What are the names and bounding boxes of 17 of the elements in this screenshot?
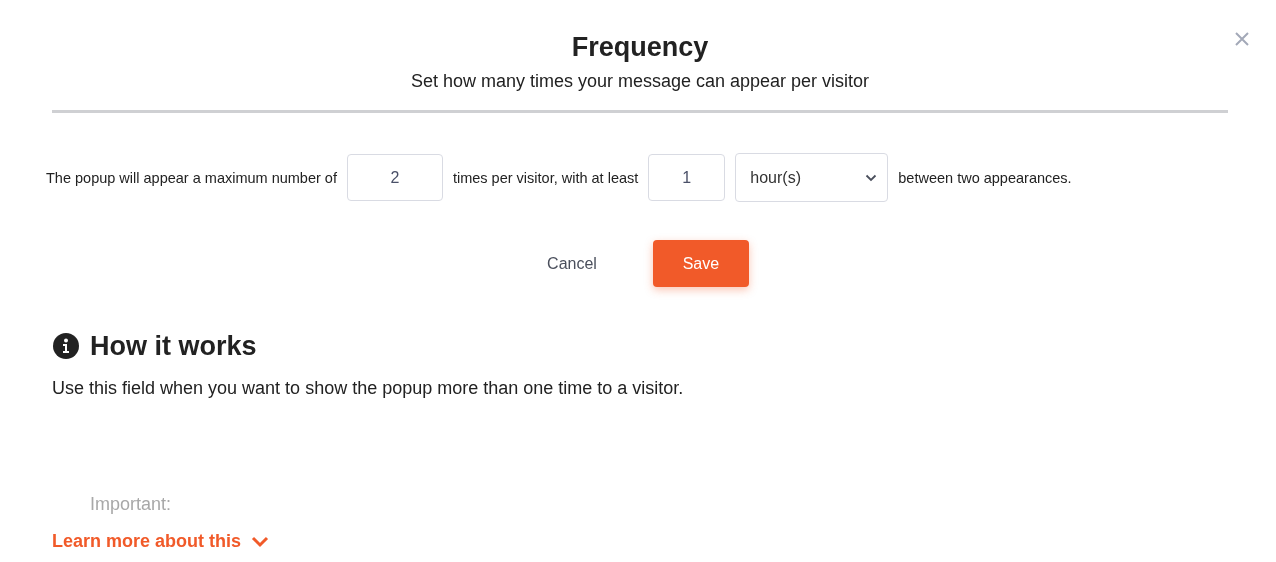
- close-button[interactable]: [1234, 31, 1250, 47]
- section-heading: How it works: [90, 330, 257, 363]
- info-icon: [52, 332, 80, 360]
- interval-field[interactable]: 1: [648, 154, 726, 201]
- unit-dropdown[interactable]: hour(s): [735, 153, 889, 202]
- sentence-text: times per visitor, with at least: [452, 169, 639, 186]
- dialog-subtitle: Set how many times your message can appear per visitor: [409, 70, 871, 92]
- sentence-text: between two appearances.: [898, 169, 1072, 186]
- max-times-field[interactable]: 2: [346, 154, 443, 201]
- help-text: Use this field when you want to show the popup more than one time to a visitor.: [52, 377, 685, 399]
- close-icon: [1234, 31, 1250, 47]
- chevron-icon: [251, 535, 270, 548]
- sentence-text: The popup will appear a maximum number of: [46, 169, 337, 186]
- faded-note: Important:: [90, 493, 173, 515]
- cancel-button[interactable]: Cancel: [531, 240, 613, 287]
- chevron-down-icon: [865, 173, 878, 182]
- dialog-title: Frequency: [570, 31, 710, 64]
